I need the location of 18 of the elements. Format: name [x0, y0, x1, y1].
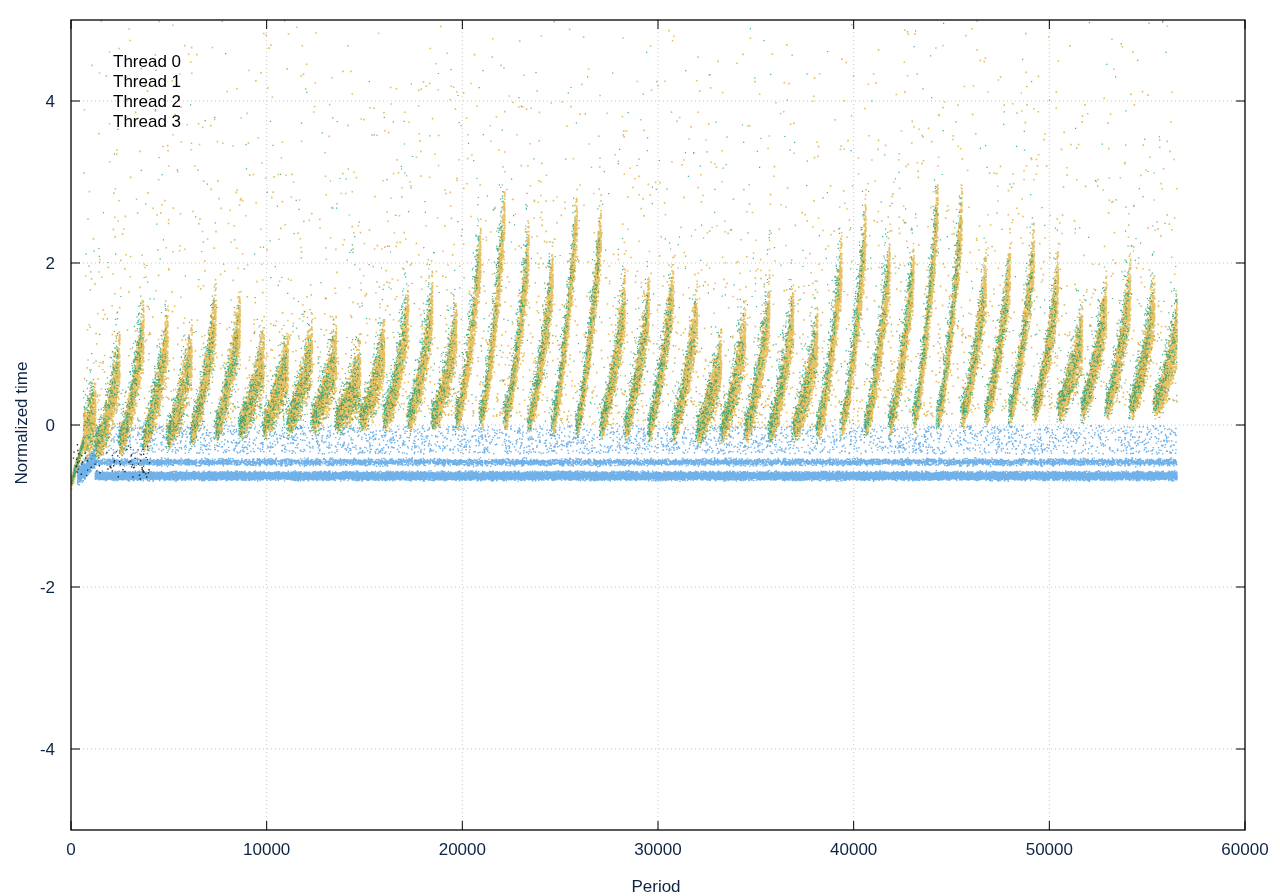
y-tick-label: 4: [45, 92, 55, 111]
x-tick-label: 60000: [1221, 840, 1269, 859]
x-tick-label: 50000: [1025, 840, 1073, 859]
y-tick-label: -2: [39, 578, 55, 597]
x-axis-title: Period: [631, 877, 681, 896]
x-tick-label: 0: [66, 840, 76, 859]
y-tick-label: -4: [39, 740, 55, 759]
y-tick-label: 2: [45, 254, 55, 273]
legend-label: Thread 0: [113, 52, 182, 71]
x-tick-label: 30000: [634, 840, 682, 859]
y-axis-title: Normalized time: [12, 361, 31, 485]
legend-label: Thread 3: [113, 112, 182, 131]
x-tick-label: 20000: [438, 840, 486, 859]
legend-label: Thread 2: [113, 92, 182, 111]
legend-label: Thread 1: [113, 72, 182, 91]
x-tick-label: 40000: [830, 840, 878, 859]
y-tick-label: 0: [45, 416, 55, 435]
x-tick-label: 10000: [243, 840, 291, 859]
